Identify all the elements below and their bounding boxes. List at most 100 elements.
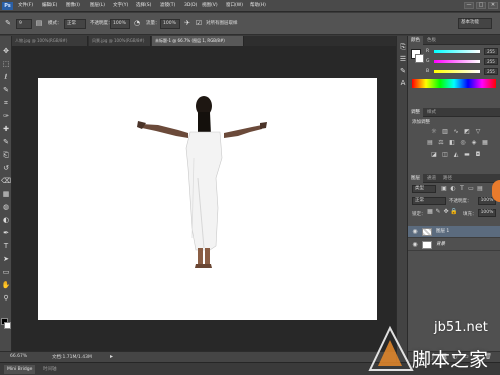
blue-value[interactable]: 255 [484,68,498,75]
workspace-select[interactable]: 基本功能 [458,18,492,29]
tab-timeline[interactable]: 时间轴 [40,365,60,374]
layer-row-background[interactable]: ◉ 背景 [408,239,500,251]
menu-view[interactable]: 视图(V) [202,2,218,10]
move-tool-icon[interactable]: ✥ [1,46,11,56]
mode-select[interactable]: 正常 [64,19,86,29]
eye-icon[interactable]: ◉ [411,241,419,249]
photo-filter-icon[interactable]: ◎ [459,139,467,147]
history-brush-tool-icon[interactable]: ↺ [1,163,11,173]
brush-tool-icon[interactable]: ✎ [1,137,11,147]
doc-tab-landscape[interactable]: 风景.jpg @ 100%(RGB/8#) [89,36,151,46]
tab-color[interactable]: 颜色 [408,36,423,45]
invert-icon[interactable]: ◪ [430,151,438,159]
aligned-checkbox-icon[interactable]: ☑ [194,18,204,29]
history-icon[interactable]: ⎘ [398,42,408,52]
background-color-swatch[interactable] [415,54,424,63]
menu-type[interactable]: 文字(Y) [113,2,128,10]
brush-presets-icon[interactable]: ✎ [398,66,408,76]
blend-mode-select[interactable]: 正常 [412,197,446,205]
stamp-tool-icon[interactable]: ⎗ [1,150,11,160]
layer-name[interactable]: 图层 1 [436,226,449,238]
flow-input[interactable]: 100% [160,19,180,29]
zoom-level[interactable]: 66.67% [10,354,27,359]
brush-panel-icon[interactable]: ▤ [34,18,44,29]
minimize-button[interactable]: — [464,2,474,9]
path-select-tool-icon[interactable]: ➤ [1,254,11,264]
lasso-tool-icon[interactable]: ℓ [1,72,11,82]
type-tool-icon[interactable]: T [1,241,11,251]
exposure-icon[interactable]: ◩ [463,128,471,136]
red-value[interactable]: 255 [484,48,498,55]
marquee-tool-icon[interactable]: ⬚ [1,59,11,69]
menu-file[interactable]: 文件(F) [18,2,33,10]
blur-tool-icon[interactable]: ◍ [1,202,11,212]
layer-name[interactable]: 背景 [436,239,445,251]
color-lookup-icon[interactable]: ▦ [481,139,489,147]
menu-layer[interactable]: 图层(L) [90,2,105,10]
tab-channels[interactable]: 通道 [424,174,439,183]
eyedropper-tool-icon[interactable]: ✑ [1,111,11,121]
filter-type-icon[interactable]: T [458,185,466,193]
healing-tool-icon[interactable]: ✚ [1,124,11,134]
airbrush-icon[interactable]: ✈ [182,18,192,29]
hue-saturation-icon[interactable]: ▤ [426,139,434,147]
layer-row-layer1[interactable]: ◉ 图层 1 [408,226,500,238]
background-color[interactable] [4,322,11,329]
zoom-tool-icon[interactable]: ⚲ [1,293,11,303]
levels-icon[interactable]: ▥ [441,128,449,136]
eraser-tool-icon[interactable]: ⌫ [1,176,11,186]
sample-all-layers-label[interactable]: 对所有图层取样 [206,19,238,29]
tab-mini-bridge[interactable]: Mini Bridge [4,365,36,374]
lock-transparent-icon[interactable]: ▦ [426,208,434,216]
threshold-icon[interactable]: ◭ [452,151,460,159]
lock-position-icon[interactable]: ✥ [442,208,450,216]
filter-smart-icon[interactable]: ▤ [476,185,484,193]
lock-pixels-icon[interactable]: ✎ [434,208,442,216]
curves-icon[interactable]: ∿ [452,128,460,136]
menu-3d[interactable]: 3D(D) [184,2,197,10]
tab-adjustments[interactable]: 调整 [408,108,423,117]
channel-mixer-icon[interactable]: ◈ [470,139,478,147]
tab-paths[interactable]: 路径 [440,174,455,183]
side-handle[interactable] [492,180,500,202]
pressure-opacity-icon[interactable]: ◔ [132,18,142,29]
quick-select-tool-icon[interactable]: ✎ [1,85,11,95]
dodge-tool-icon[interactable]: ◐ [1,215,11,225]
filter-adjust-icon[interactable]: ◐ [449,185,457,193]
filter-shape-icon[interactable]: ▭ [467,185,475,193]
hand-tool-icon[interactable]: ✋ [1,280,11,290]
brightness-icon[interactable]: ☼ [430,128,438,136]
layer-filter-select[interactable]: 类型 [412,185,436,193]
status-menu-arrow-icon[interactable]: ▸ [110,353,113,360]
menu-select[interactable]: 选择(S) [136,2,151,10]
tab-styles[interactable]: 样式 [424,108,439,117]
filter-pixel-icon[interactable]: ▣ [440,185,448,193]
close-button[interactable]: ✕ [488,2,498,9]
pen-tool-icon[interactable]: ✒ [1,228,11,238]
green-value[interactable]: 255 [484,58,498,65]
opacity-input[interactable]: 100% [110,19,130,29]
lock-all-icon[interactable]: 🔒 [450,208,458,216]
doc-tab-portrait[interactable]: 人物.jpg @ 100%(RGB/8#) [12,36,88,46]
color-balance-icon[interactable]: ⚖ [437,139,445,147]
document-canvas[interactable] [38,78,377,320]
maximize-button[interactable]: □ [476,2,486,9]
brush-preset-icon[interactable]: ✎ [3,18,13,29]
menu-help[interactable]: 帮助(H) [250,2,266,10]
fill-input[interactable]: 100% [478,209,496,217]
gradient-tool-icon[interactable]: ▦ [1,189,11,199]
tab-layers[interactable]: 图层 [408,174,423,183]
menu-window[interactable]: 窗口(W) [226,2,243,10]
black-white-icon[interactable]: ◧ [448,139,456,147]
vibrance-icon[interactable]: ▽ [474,128,482,136]
character-icon[interactable]: A [398,78,408,88]
menu-image[interactable]: 图像(I) [66,2,80,10]
eye-icon[interactable]: ◉ [411,228,419,236]
crop-tool-icon[interactable]: ⌗ [1,98,11,108]
shape-tool-icon[interactable]: ▭ [1,267,11,277]
properties-icon[interactable]: ☰ [398,54,408,64]
posterize-icon[interactable]: ◫ [441,151,449,159]
gradient-map-icon[interactable]: ▬ [463,151,471,159]
tab-swatches[interactable]: 色板 [424,36,439,45]
menu-filter[interactable]: 滤镜(T) [160,2,175,10]
